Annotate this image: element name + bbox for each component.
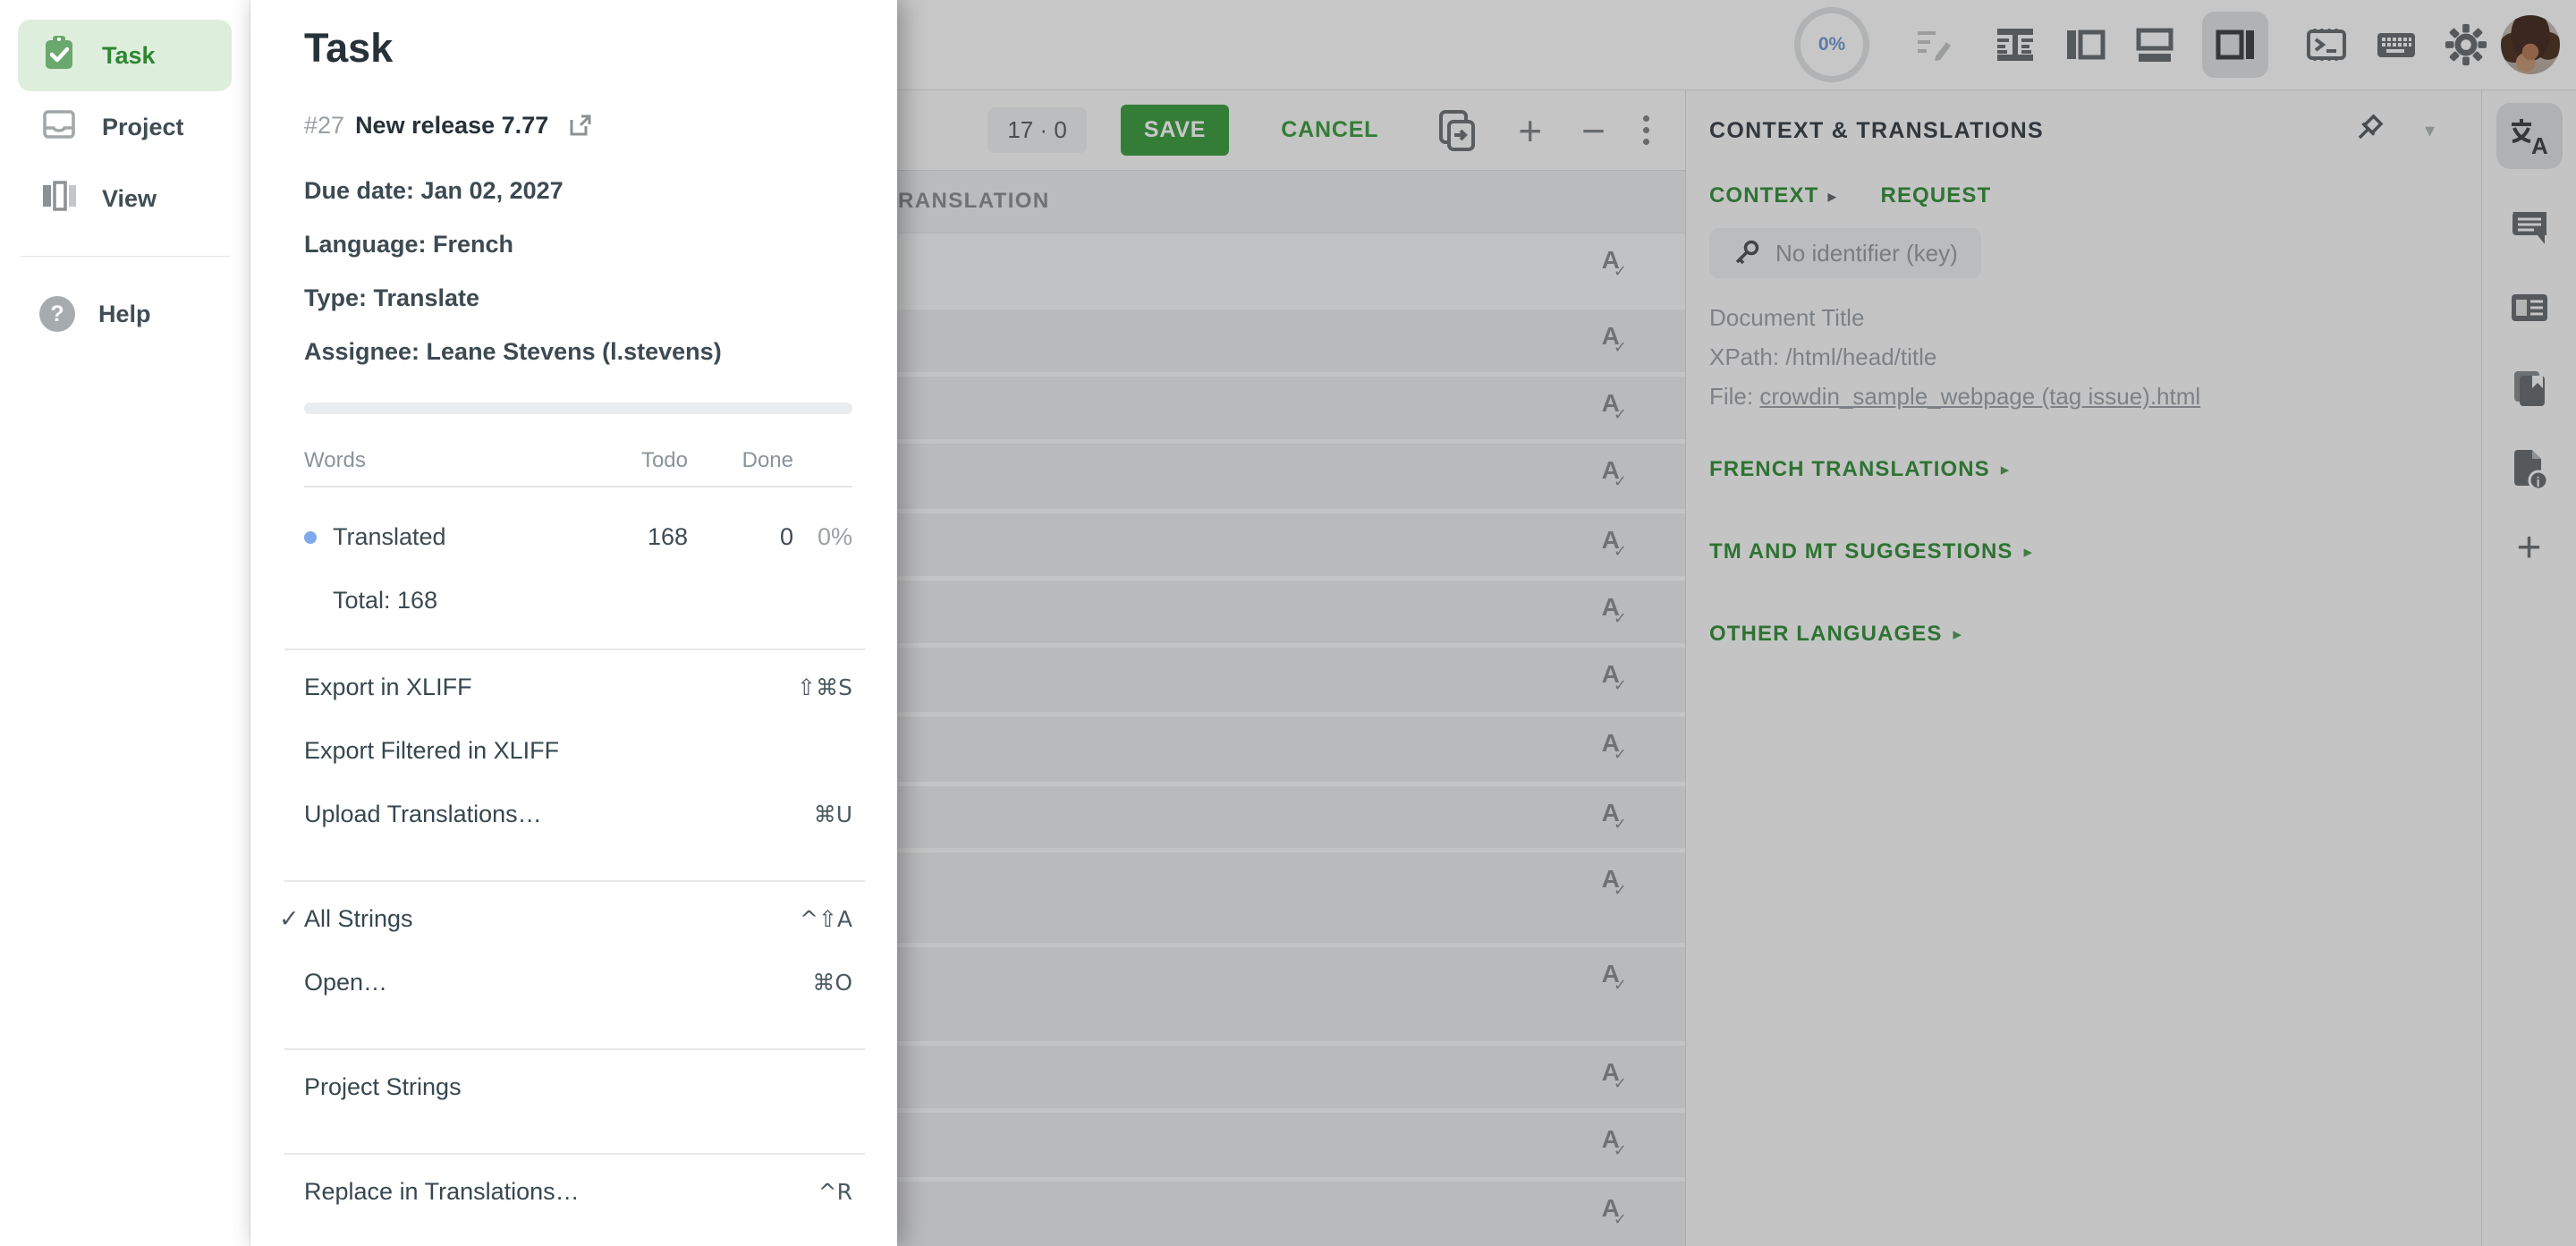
todo-col-label: Todo xyxy=(563,448,688,473)
sidebar-divider xyxy=(20,256,230,257)
done-col-label: Done xyxy=(688,448,793,473)
translated-percent-value: 0% xyxy=(793,523,852,551)
task-assignee: Assignee: Leane Stevens (l.stevens) xyxy=(304,336,852,367)
menu-item-project-strings[interactable]: Project Strings xyxy=(304,1055,852,1119)
shortcut-label: ^⇧A xyxy=(800,906,852,932)
task-due-date: Due date: Jan 02, 2027 xyxy=(304,175,852,206)
menu-item-export-filtered-xliff[interactable]: Export Filtered in XLIFF xyxy=(304,719,852,783)
task-progress-bar xyxy=(304,403,852,414)
words-header-underline xyxy=(304,486,852,487)
sidebar-item-label: Project xyxy=(102,114,184,141)
sidebar-item-project[interactable]: Project xyxy=(18,91,232,163)
shortcut-label: ⇧⌘S xyxy=(797,674,852,700)
task-panel-title: Task xyxy=(304,25,852,72)
shortcut-label: ⌘U xyxy=(814,801,852,827)
menu-divider xyxy=(284,880,865,882)
menu-item-open[interactable]: Open… ⌘O xyxy=(304,951,852,1014)
menu-divider xyxy=(284,1153,865,1155)
task-panel: Task #27 New release 7.77 Due date: Jan … xyxy=(250,0,897,1246)
shortcut-label: ⌘O xyxy=(812,970,852,996)
main-sidebar: Task Project View ? He xyxy=(0,0,250,1246)
external-link-icon[interactable] xyxy=(566,111,595,140)
sidebar-item-label: View xyxy=(102,185,157,213)
task-name: New release 7.77 xyxy=(355,112,548,140)
task-type: Type: Translate xyxy=(304,283,852,313)
translated-dot-icon xyxy=(304,531,317,544)
menu-item-export-xliff[interactable]: Export in XLIFF ⇧⌘S xyxy=(304,656,852,719)
sidebar-item-label: Help xyxy=(98,301,151,328)
view-columns-icon xyxy=(39,176,79,222)
words-table-row: Translated 168 0 0% xyxy=(304,523,852,551)
menu-item-all-strings[interactable]: ✓ All Strings ^⇧A xyxy=(304,887,852,951)
sidebar-item-task[interactable]: Task xyxy=(18,20,232,91)
translated-done-value: 0 xyxy=(688,523,793,551)
check-icon: ✓ xyxy=(279,905,300,933)
task-clipboard-icon xyxy=(39,33,79,79)
crowdin-editor-app: 0% xyxy=(0,0,2576,1246)
project-box-icon xyxy=(39,105,79,150)
menu-item-replace-in-translations[interactable]: Replace in Translations… ^R xyxy=(304,1160,852,1224)
words-col-label: Words xyxy=(304,448,563,473)
menu-item-upload-translations[interactable]: Upload Translations… ⌘U xyxy=(304,783,852,846)
sidebar-item-label: Task xyxy=(102,42,156,70)
help-question-icon: ? xyxy=(39,296,75,332)
translated-todo-value: 168 xyxy=(563,523,688,551)
task-language: Language: French xyxy=(304,229,852,259)
task-details: Due date: Jan 02, 2027 Language: French … xyxy=(304,175,852,367)
shortcut-label: ^R xyxy=(818,1179,852,1205)
sidebar-item-help[interactable]: ? Help xyxy=(18,278,232,350)
words-total: Total: 168 xyxy=(304,587,852,615)
menu-divider xyxy=(284,648,865,650)
translated-label: Translated xyxy=(333,523,446,551)
task-number: #27 xyxy=(304,112,344,140)
words-table-header: Words Todo Done xyxy=(304,448,852,473)
menu-divider xyxy=(284,1048,865,1050)
sidebar-item-view[interactable]: View xyxy=(18,163,232,234)
